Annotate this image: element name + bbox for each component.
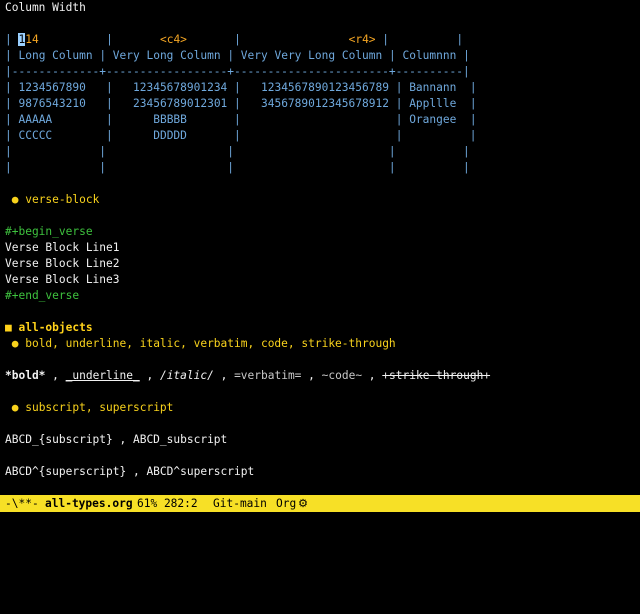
heading-verse-block[interactable]: ● verse-block — [5, 192, 100, 208]
separator: , — [45, 369, 66, 382]
table-row[interactable]: | CCCCC | DDDDD | | | — [5, 128, 477, 144]
table-separator: |-------------+------------------+------… — [5, 65, 470, 78]
table-header-row[interactable]: | Long Column | Very Long Column | Very … — [5, 48, 470, 64]
heading-sub-superscript[interactable]: ● subscript, superscript — [5, 400, 174, 416]
alignment-pad — [120, 33, 160, 46]
table-row[interactable]: | | | | | — [5, 160, 470, 176]
heading-text: bold, underline, italic, verbatim, code,… — [25, 337, 396, 350]
vcs-branch[interactable]: Git-main — [213, 495, 267, 512]
verse-begin-keyword: #+begin_verse — [5, 225, 93, 238]
alignment-cookie: <c4> — [159, 33, 187, 46]
table-row[interactable]: | 1234567890 | 12345678901234 | 12345678… — [5, 80, 477, 96]
table-alignment-row[interactable]: | 114 | <c4> | <r4> | | — [5, 32, 463, 48]
table-cell: DDDDD — [153, 129, 187, 142]
table-row[interactable]: | AAAAA | BBBBB | | Orangee | — [5, 112, 477, 128]
separator: , — [301, 369, 322, 382]
table-cell: 9876543210 — [18, 97, 86, 110]
table-cell: 12345678901234 — [133, 81, 228, 94]
table-header-cell: Very Very Long Column — [240, 49, 383, 62]
buffer-state: -\**- — [5, 497, 39, 510]
code-text: ~code~ — [321, 369, 363, 382]
heading-text: all-objects — [18, 321, 93, 334]
bullet-icon: ● — [5, 401, 26, 414]
separator: , — [362, 369, 383, 382]
table-row[interactable]: | 9876543210 | 23456789012301 | 34567890… — [5, 96, 477, 112]
minibuffer[interactable] — [0, 512, 640, 526]
table-cell: 1234567890123456789 — [260, 81, 389, 94]
table-cell: Bannann — [409, 81, 457, 94]
table-cell: CCCCC — [18, 129, 53, 142]
table-header-cell: Columnnn — [402, 49, 457, 62]
heading-text: verse-block — [25, 193, 100, 206]
cursor-position: 61% 282:2 — [137, 497, 198, 510]
buffer-filename[interactable]: all-types.org — [45, 495, 133, 512]
bullet-icon: ● — [5, 337, 26, 350]
alignment-cookie: <r4> — [348, 33, 376, 46]
bullet-icon: ● — [5, 193, 26, 206]
separator: , — [139, 369, 160, 382]
table-header-cell: Long Column — [18, 49, 93, 62]
separator: , — [213, 369, 235, 382]
bold-text: *bold* — [5, 369, 46, 382]
table-cell: 23456789012301 — [133, 97, 228, 110]
underline-text: _underline_ — [65, 369, 140, 382]
table-row[interactable]: | | | | | — [5, 144, 470, 160]
table-cell: BBBBB — [153, 113, 187, 126]
strike-through-text: +strike through+ — [382, 369, 491, 382]
buffer-title: Column Width — [5, 1, 86, 14]
italic-text: /italic/ — [159, 369, 214, 382]
mode-line: -\**- all-types.org 61% 282:2 Git-main O… — [0, 495, 640, 512]
table-header-cell: Very Long Column — [112, 49, 221, 62]
table-cell: 1234567890 — [18, 81, 86, 94]
major-mode[interactable]: Org — [276, 495, 296, 512]
verbatim-text: =verbatim= — [234, 369, 302, 382]
alignment-cookie: 14 — [25, 33, 39, 46]
table-cell: Appllle — [409, 97, 457, 110]
verse-line: Verse Block Line1 — [5, 241, 120, 254]
editor-buffer[interactable]: Column Width | 114 | <c4> | <r4> | | | L… — [0, 0, 640, 492]
heading-text: subscript, superscript — [25, 401, 174, 414]
square-bullet-icon: ■ — [5, 321, 19, 334]
superscript-line: ABCD^{superscript} , ABCD^superscript — [5, 465, 255, 478]
table-cell-separator: | — [5, 33, 19, 46]
table-cell: 3456789012345678912 — [260, 97, 389, 110]
table-cell: Orangee — [409, 113, 457, 126]
verse-end-keyword: #+end_verse — [5, 289, 80, 302]
verse-line: Verse Block Line3 — [5, 273, 120, 286]
gear-icon[interactable]: ⚙ — [298, 495, 308, 512]
subscript-line: ABCD_{subscript} , ABCD_subscript — [5, 433, 228, 446]
markup-example-line: *bold* , _underline_ , /italic/ , =verba… — [5, 368, 490, 384]
heading-markup[interactable]: ● bold, underline, italic, verbatim, cod… — [5, 336, 396, 352]
heading-all-objects[interactable]: ■ all-objects — [5, 320, 93, 336]
table-cell: AAAAA — [18, 113, 53, 126]
verse-line: Verse Block Line2 — [5, 257, 120, 270]
